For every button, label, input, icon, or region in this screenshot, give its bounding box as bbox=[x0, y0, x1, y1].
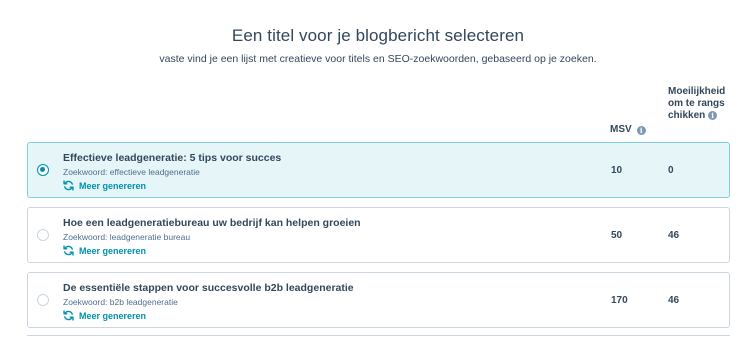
title-option-label: De essentiële stappen voor succesvolle b… bbox=[63, 282, 354, 294]
radio-button[interactable] bbox=[37, 164, 49, 176]
generate-more-link[interactable]: Meer genereren bbox=[63, 310, 146, 321]
column-header-msv: MSV i bbox=[610, 124, 646, 136]
generate-more-label: Meer genereren bbox=[79, 180, 147, 191]
msv-value: 170 bbox=[611, 295, 628, 306]
page-title: Een titel voor je blogbericht selecteren bbox=[231, 26, 525, 45]
radio-button[interactable] bbox=[37, 294, 49, 306]
next-row-edge bbox=[27, 335, 730, 340]
title-option-row[interactable]: Effectieve leadgeneratie: 5 tips voor su… bbox=[27, 142, 730, 198]
msv-value: 10 bbox=[611, 165, 623, 176]
column-label-msv: MSV bbox=[610, 124, 632, 135]
difficulty-value: 46 bbox=[668, 230, 680, 241]
info-icon[interactable]: i bbox=[636, 125, 646, 135]
refresh-icon bbox=[63, 245, 74, 256]
generate-more-label: Meer genereren bbox=[79, 245, 147, 256]
title-option-label: Hoe een leadgeneratiebureau uw bedrijf k… bbox=[63, 217, 361, 229]
title-option-label: Effectieve leadgeneratie: 5 tips voor su… bbox=[63, 152, 282, 164]
title-option-row[interactable]: De essentiële stappen voor succesvolle b… bbox=[27, 272, 730, 328]
generate-more-label: Meer genereren bbox=[79, 310, 147, 321]
title-option-row[interactable]: Hoe een leadgeneratiebureau uw bedrijf k… bbox=[27, 207, 730, 263]
refresh-icon bbox=[63, 310, 74, 321]
column-header-difficulty: Moeilijkheid om te rangschikken i bbox=[668, 86, 728, 122]
msv-value: 50 bbox=[611, 230, 623, 241]
difficulty-value: 0 bbox=[668, 165, 674, 176]
info-icon[interactable]: i bbox=[708, 110, 718, 120]
generate-more-link[interactable]: Meer genereren bbox=[63, 245, 146, 256]
keyword-label: Zoekwoord: leadgeneratie bureau bbox=[63, 232, 191, 242]
generate-more-link[interactable]: Meer genereren bbox=[63, 180, 146, 191]
page-subtitle: vaste vind je een lijst met creatieve vo… bbox=[159, 53, 597, 65]
keyword-label: Zoekwoord: b2b leadgeneratie bbox=[63, 297, 178, 307]
refresh-icon bbox=[63, 180, 74, 191]
radio-button[interactable] bbox=[37, 229, 49, 241]
keyword-label: Zoekwoord: effectieve leadgeneratie bbox=[63, 167, 200, 177]
difficulty-value: 46 bbox=[668, 295, 680, 306]
